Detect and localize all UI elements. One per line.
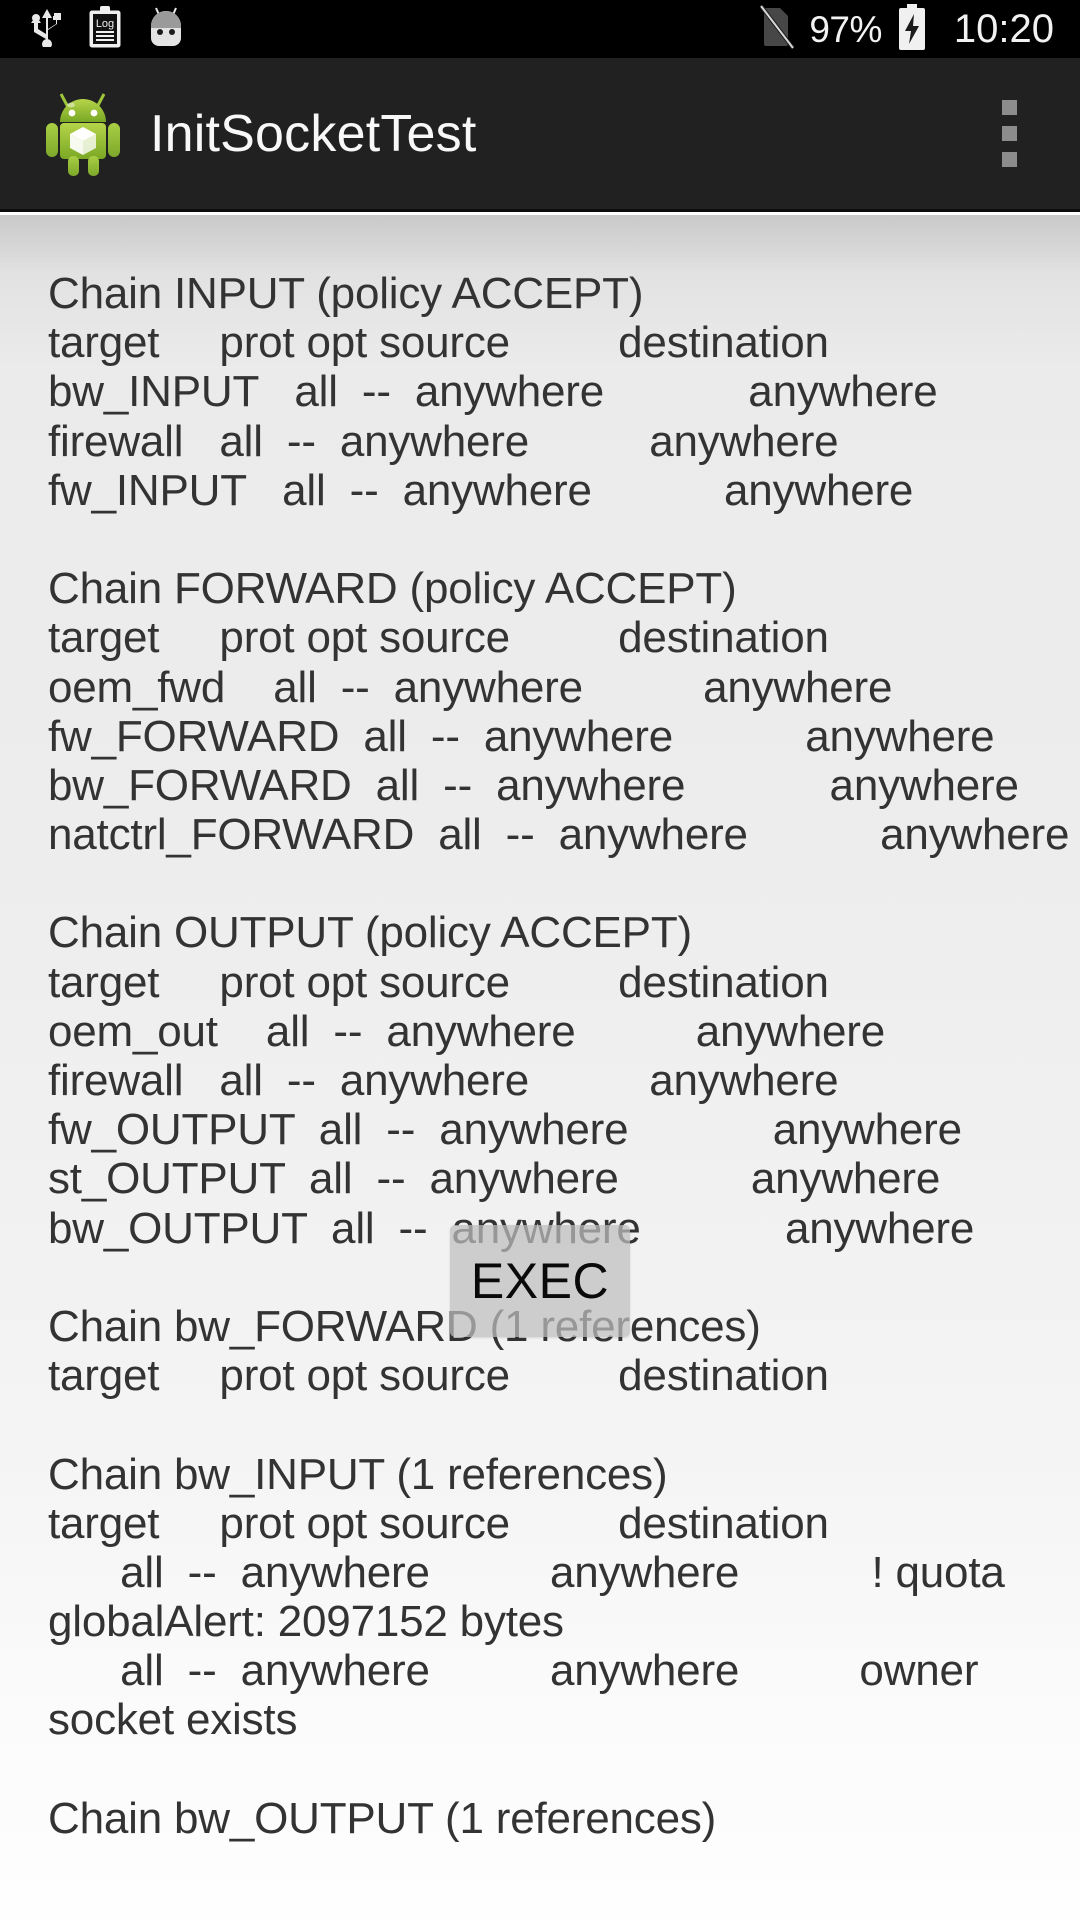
console-line: Chain OUTPUT (policy ACCEPT) <box>48 908 692 958</box>
console-line: all -- anywhere anywhere owner <box>48 1646 979 1696</box>
android-app-icon <box>44 92 122 176</box>
overflow-dot <box>1001 126 1017 141</box>
overflow-dot <box>1001 100 1017 115</box>
console-line: firewall all -- anywhere anywhere <box>48 1056 839 1105</box>
overflow-dot <box>1001 152 1017 167</box>
console-line: target prot opt source destination <box>48 1498 829 1548</box>
status-bar: Log 97% 10:20 <box>0 0 1080 58</box>
console-line: natctrl_FORWARD all -- anywhere anywhere <box>48 810 1070 860</box>
console-line: oem_out all -- anywhere anywhere <box>48 1006 885 1056</box>
console-line: socket exists <box>48 1695 298 1745</box>
console-line: globalAlert: 2097152 bytes <box>48 1597 564 1647</box>
android-head-icon <box>146 6 186 53</box>
status-bar-left-icons: Log <box>0 5 186 53</box>
content-area[interactable]: Chain INPUT (policy ACCEPT) target prot o… <box>0 215 1080 1920</box>
exec-button-label: EXEC <box>470 1253 610 1309</box>
svg-text:Log: Log <box>96 18 114 30</box>
console-line: target prot opt source destination <box>48 957 829 1007</box>
console-line: all -- anywhere anywhere ! quota <box>48 1547 1005 1597</box>
usb-icon <box>30 7 64 52</box>
iptables-output-text: Chain INPUT (policy ACCEPT) target prot o… <box>48 269 1070 1843</box>
console-line: target prot opt source destination <box>48 613 829 663</box>
console-line: bw_FORWARD all -- anywhere anywhere <box>48 760 1019 810</box>
console-line: fw_OUTPUT all -- anywhere anywhere <box>48 1105 962 1155</box>
console-line: target prot opt source destination <box>48 1351 829 1401</box>
clock-label: 10:20 <box>953 7 1054 51</box>
console-line: Chain bw_OUTPUT (1 references) <box>48 1793 717 1843</box>
battery-charging-icon <box>896 3 928 55</box>
console-line: target prot opt source destination <box>48 318 829 368</box>
console-line: fw_INPUT all -- anywhere anywhere <box>48 465 914 515</box>
status-bar-right-icons: 97% 10:20 <box>757 3 1080 55</box>
no-sim-card-icon <box>757 4 795 55</box>
exec-button[interactable]: EXEC <box>450 1225 630 1337</box>
action-bar: InitSocketTest <box>0 58 1080 212</box>
console-line: firewall all -- anywhere anywhere <box>48 416 839 466</box>
console-line: Chain INPUT (policy ACCEPT) <box>48 269 644 318</box>
console-line: Chain bw_INPUT (1 references) <box>48 1449 668 1499</box>
log-clipboard-icon: Log <box>88 5 122 53</box>
console-line: oem_fwd all -- anywhere anywhere <box>48 662 893 712</box>
battery-percent-label: 97% <box>809 8 882 50</box>
app-title: InitSocketTest <box>150 104 477 163</box>
overflow-menu-icon[interactable] <box>984 76 1034 192</box>
console-line: Chain FORWARD (policy ACCEPT) <box>48 564 737 614</box>
console-line: st_OUTPUT all -- anywhere anywhere <box>48 1154 941 1204</box>
console-line: bw_INPUT all -- anywhere anywhere <box>48 367 938 417</box>
console-line: fw_FORWARD all -- anywhere anywhere <box>48 711 995 761</box>
